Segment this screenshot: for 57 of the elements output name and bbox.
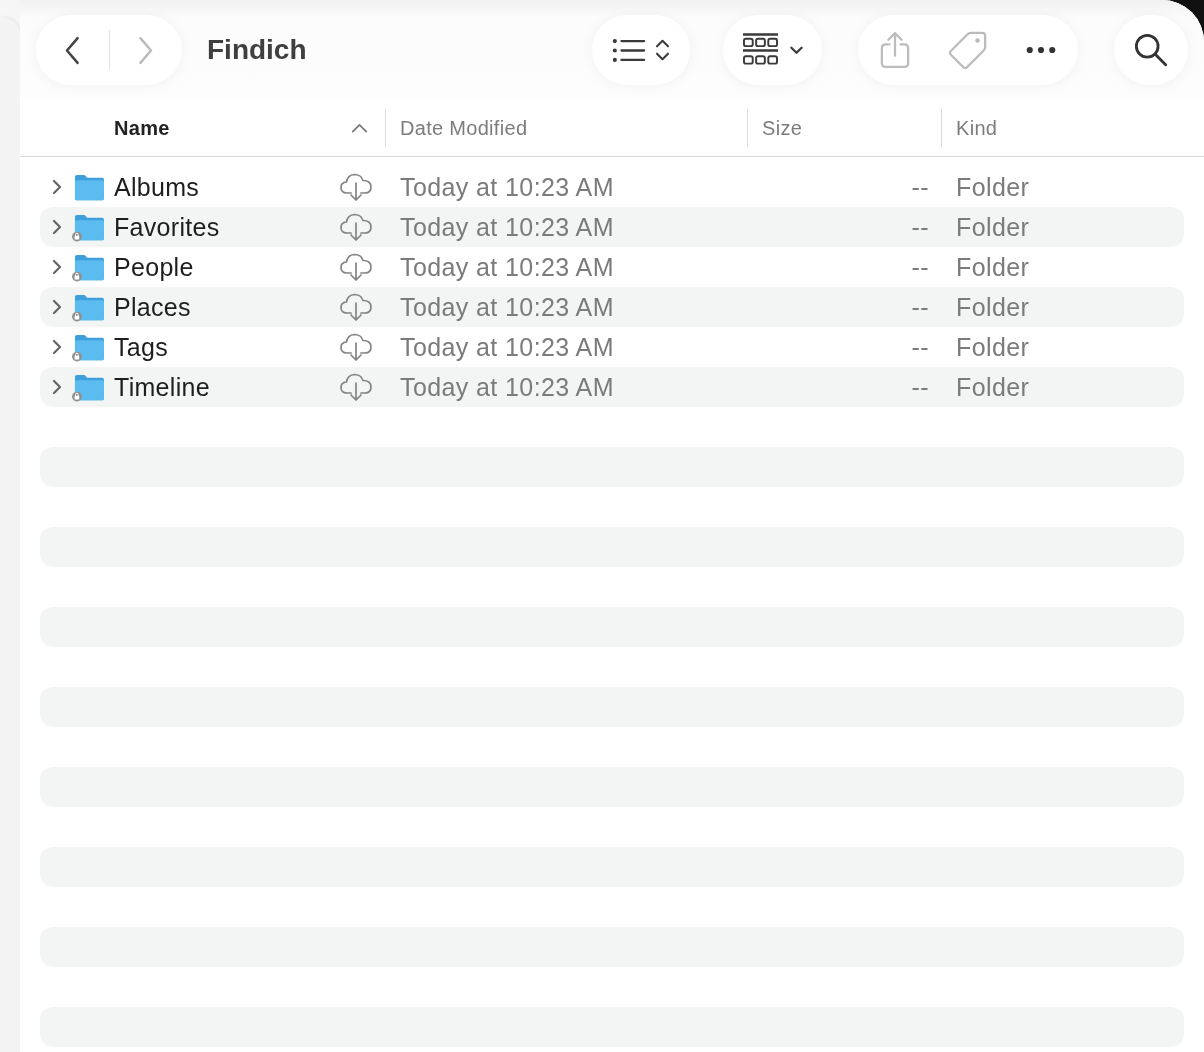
share-icon (879, 31, 910, 69)
file-row[interactable]: People Today at 10:23 AM -- Folder (40, 247, 1184, 287)
disclosure-chevron-icon[interactable] (52, 379, 62, 395)
file-row[interactable]: Places Today at 10:23 AM -- Folder (40, 287, 1184, 327)
file-kind: Folder (956, 372, 1031, 402)
file-size: -- (911, 212, 929, 242)
window-title: Findich (207, 34, 307, 66)
date-modified: Today at 10:23 AM (400, 332, 615, 362)
column-header[interactable]: Size (762, 113, 803, 143)
file-row[interactable]: Albums Today at 10:23 AM -- Folder (40, 167, 1184, 207)
disclosure-chevron-icon[interactable] (52, 299, 62, 315)
column-header[interactable]: Name (114, 113, 368, 143)
cloud-download-icon[interactable] (339, 212, 373, 242)
column-header[interactable]: Date Modified (400, 113, 528, 143)
file-row[interactable]: Timeline Today at 10:23 AM -- Folder (40, 367, 1184, 407)
cloud-download-icon[interactable] (339, 292, 373, 322)
more-icon (1025, 46, 1056, 54)
file-size: -- (911, 292, 929, 322)
disclosure-chevron-icon[interactable] (52, 339, 62, 355)
file-name: Places (114, 292, 192, 322)
tag-icon (947, 30, 988, 70)
forward-chevron-icon (137, 34, 155, 66)
disclosure-chevron-icon[interactable] (52, 259, 62, 275)
up-down-chevron-icon (655, 39, 670, 61)
file-name: Tags (114, 332, 169, 362)
date-modified: Today at 10:23 AM (400, 212, 615, 242)
search-icon (1134, 33, 1168, 67)
file-kind: Folder (956, 292, 1031, 322)
file-kind: Folder (956, 212, 1031, 242)
cloud-download-icon[interactable] (339, 372, 373, 402)
list-icon (612, 37, 646, 63)
file-size: -- (911, 332, 929, 362)
file-row[interactable]: Tags Today at 10:23 AM -- Folder (40, 327, 1184, 367)
date-modified: Today at 10:23 AM (400, 172, 615, 202)
grid-icon (742, 32, 779, 68)
file-kind: Folder (956, 172, 1031, 202)
disclosure-chevron-icon[interactable] (52, 179, 62, 195)
file-size: -- (911, 372, 929, 402)
file-row[interactable]: Favorites Today at 10:23 AM -- Folder (40, 207, 1184, 247)
cloud-download-icon[interactable] (339, 252, 373, 282)
file-size: -- (911, 252, 929, 282)
file-name: Albums (114, 172, 201, 202)
caret-icon (790, 45, 803, 55)
back-chevron-icon (63, 34, 81, 66)
disclosure-chevron-icon[interactable] (52, 219, 62, 235)
file-name: Favorites (114, 212, 221, 242)
date-modified: Today at 10:23 AM (400, 292, 615, 322)
date-modified: Today at 10:23 AM (400, 252, 615, 282)
file-kind: Folder (956, 332, 1031, 362)
cloud-download-icon[interactable] (339, 172, 373, 202)
file-name: Timeline (114, 372, 211, 402)
column-header[interactable]: Kind (956, 113, 998, 143)
cloud-download-icon[interactable] (339, 332, 373, 362)
file-name: People (114, 252, 195, 282)
file-size: -- (911, 172, 929, 202)
date-modified: Today at 10:23 AM (400, 372, 615, 402)
file-kind: Folder (956, 252, 1031, 282)
